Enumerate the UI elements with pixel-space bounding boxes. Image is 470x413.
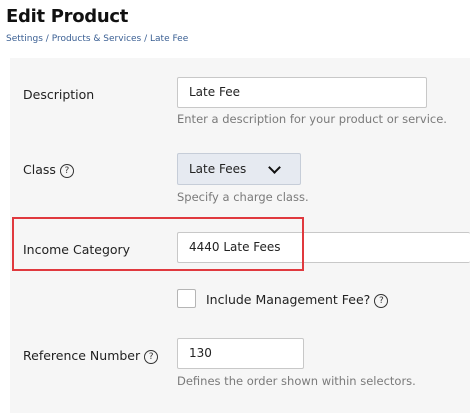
breadcrumb-settings[interactable]: Settings xyxy=(6,34,43,44)
breadcrumb-products-services[interactable]: Products & Services xyxy=(52,34,142,44)
highlight-box xyxy=(12,217,304,271)
help-icon[interactable]: ? xyxy=(59,164,74,178)
reference-number-label-text: Reference Number xyxy=(23,348,141,363)
breadcrumb-separator: / xyxy=(42,34,52,44)
reference-number-hint: Defines the order shown within selectors… xyxy=(177,374,416,388)
class-label: Class? xyxy=(23,162,74,178)
description-label: Description xyxy=(23,87,95,102)
description-input[interactable]: Late Fee xyxy=(177,77,427,108)
page-title: Edit Product xyxy=(6,6,129,27)
reference-number-label: Reference Number? xyxy=(23,348,159,364)
page-header: Edit Product Settings / Products & Servi… xyxy=(0,0,470,58)
breadcrumb-current: Late Fee xyxy=(150,34,189,44)
class-select[interactable]: Late Fees xyxy=(177,153,301,185)
reference-number-input[interactable]: 130 xyxy=(177,338,304,369)
class-label-text: Class xyxy=(23,162,56,177)
class-hint: Specify a charge class. xyxy=(177,190,309,204)
help-icon[interactable]: ? xyxy=(144,350,159,364)
chevron-down-icon xyxy=(268,161,281,174)
class-select-value: Late Fees xyxy=(189,162,247,176)
management-fee-label-text: Include Management Fee? xyxy=(206,292,371,307)
management-fee-label[interactable]: Include Management Fee?? xyxy=(206,292,389,308)
breadcrumb: Settings / Products & Services / Late Fe… xyxy=(6,34,188,44)
breadcrumb-separator: / xyxy=(141,34,151,44)
management-fee-checkbox[interactable] xyxy=(177,289,196,308)
description-hint: Enter a description for your product or … xyxy=(177,112,447,126)
help-icon[interactable]: ? xyxy=(374,294,389,308)
